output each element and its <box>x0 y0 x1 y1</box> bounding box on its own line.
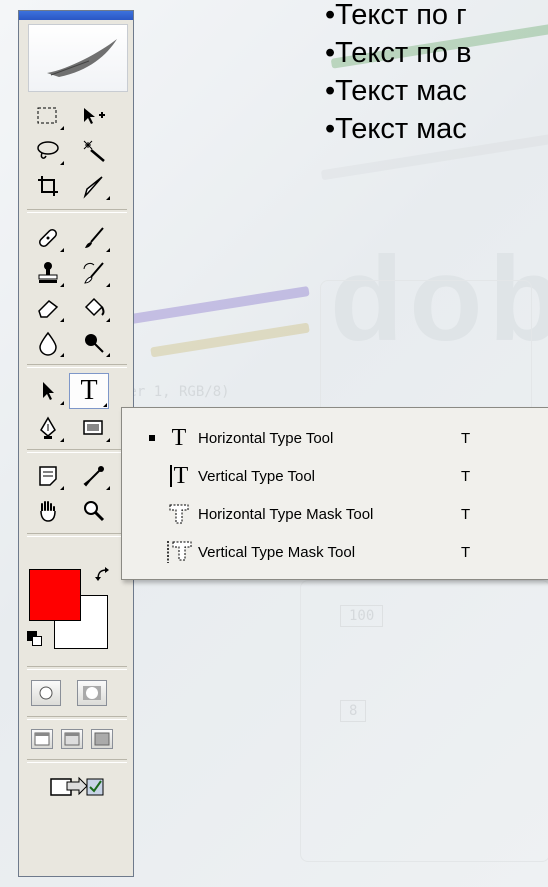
flyout-item-vertical-type-mask[interactable]: Vertical Type Mask Tool T <box>122 533 548 571</box>
toolbar-separator <box>27 449 127 453</box>
note-icon <box>39 466 57 486</box>
flyout-item-horizontal-type-mask[interactable]: Horizontal Type Mask Tool T <box>122 495 548 533</box>
flyout-item-label: Vertical Type Tool <box>198 467 316 485</box>
selected-indicator-icon <box>149 435 155 441</box>
screen-mode-icon <box>94 732 110 746</box>
standard-mode-button[interactable] <box>31 680 61 706</box>
flyout-shortcut: T <box>461 467 471 485</box>
zoom-tool[interactable] <box>77 496 111 526</box>
notes-tool[interactable] <box>31 461 65 491</box>
panel-title-bar[interactable] <box>19 11 133 20</box>
marquee-tool[interactable] <box>31 101 65 131</box>
toolbar-separator <box>27 209 127 213</box>
eyedropper-icon <box>83 466 104 487</box>
flyout-shortcut: T <box>461 543 471 561</box>
crop-tool[interactable] <box>31 171 65 201</box>
paint-bucket-icon <box>84 297 105 317</box>
screen-mode-icon <box>34 732 50 746</box>
default-colors-button[interactable] <box>27 631 42 646</box>
hand-icon <box>40 501 56 522</box>
burn-icon <box>85 334 104 353</box>
magnifier-icon <box>84 501 105 522</box>
flyout-item-label: Vertical Type Mask Tool <box>198 543 356 561</box>
vertical-type-icon: T <box>165 460 193 492</box>
move-tool[interactable] <box>77 101 111 131</box>
water-drop-icon <box>39 331 57 356</box>
screen-mode-icon <box>64 732 80 746</box>
edit-in-imageready-button[interactable] <box>47 771 107 801</box>
pen-tool[interactable] <box>31 413 65 443</box>
eraser-tool[interactable] <box>31 293 65 323</box>
flyout-item-label: Horizontal Type Mask Tool <box>198 505 374 523</box>
swap-colors-icon[interactable] <box>95 567 111 583</box>
history-brush-tool[interactable] <box>77 258 111 288</box>
brush-tool[interactable] <box>77 223 111 253</box>
type-tool-flyout-menu: T Horizontal Type Tool T T Vertical Type… <box>121 407 548 580</box>
flyout-item-vertical-type[interactable]: T Vertical Type Tool T <box>122 457 548 495</box>
tool-panel: T <box>18 10 134 877</box>
brush-icon <box>85 227 104 248</box>
quick-mask-button[interactable] <box>77 680 107 706</box>
magic-wand-tool[interactable] <box>77 136 111 166</box>
toolbar-separator <box>27 759 127 763</box>
flyout-shortcut: T <box>461 429 471 447</box>
path-selection-tool[interactable] <box>31 376 65 406</box>
toolbar-separator <box>27 364 127 368</box>
toolbar-separator <box>27 666 127 670</box>
flyout-shortcut: T <box>461 505 471 523</box>
background-status-text: yer 1, RGB/8) <box>120 384 230 400</box>
vertical-type-mask-icon <box>165 536 193 568</box>
shape-tool[interactable] <box>77 413 111 443</box>
imageready-icon <box>50 776 104 796</box>
lasso-icon <box>37 141 59 159</box>
burn-tool[interactable] <box>77 328 111 358</box>
adobe-feather-logo[interactable] <box>28 24 128 92</box>
flyout-item-label: Horizontal Type Tool <box>198 429 334 447</box>
foreground-color-swatch[interactable] <box>29 569 81 621</box>
type-t-icon: T <box>80 375 98 406</box>
flyout-item-horizontal-type[interactable]: T Horizontal Type Tool T <box>122 419 548 457</box>
paint-bucket-tool[interactable] <box>77 293 111 323</box>
magic-wand-icon <box>83 140 105 162</box>
background-field: 100 <box>340 605 384 627</box>
background-stripe <box>130 285 310 325</box>
crop-icon <box>38 176 58 196</box>
background-panel <box>300 580 548 862</box>
bullet-item: •Текст мас <box>325 113 467 145</box>
slide-bullet-list: •Текст по г •Текст по в •Текст мас •Текс… <box>325 0 472 148</box>
stamp-icon <box>38 262 58 283</box>
bullet-item: •Текст по в <box>325 37 472 69</box>
rectangle-shape-icon <box>83 420 103 435</box>
full-screen-mode-button[interactable] <box>91 729 113 749</box>
type-tool[interactable]: T <box>69 373 109 409</box>
pen-nib-icon <box>40 416 56 439</box>
hand-tool[interactable] <box>31 496 65 526</box>
standard-mode-icon <box>39 686 53 700</box>
bullet-item: •Текст по г <box>325 0 467 31</box>
toolbar-separator <box>27 533 127 537</box>
slice-tool[interactable] <box>77 171 111 201</box>
quick-mask-icon <box>83 686 101 700</box>
background-stripe <box>150 322 310 358</box>
bullet-item: •Текст мас <box>325 75 467 107</box>
horizontal-type-icon: T <box>171 424 187 451</box>
background-field: 8 <box>340 700 367 722</box>
lasso-tool[interactable] <box>31 136 65 166</box>
healing-brush-tool[interactable] <box>31 223 65 253</box>
clone-stamp-tool[interactable] <box>31 258 65 288</box>
full-screen-menu-mode-button[interactable] <box>61 729 83 749</box>
eraser-icon <box>38 300 59 318</box>
arrow-pointer-icon <box>43 382 54 400</box>
toolbar-separator <box>27 716 127 720</box>
feather-icon <box>47 39 117 77</box>
history-brush-icon <box>83 262 104 284</box>
eyedropper-tool[interactable] <box>77 461 111 491</box>
slice-icon <box>83 176 103 199</box>
blur-tool[interactable] <box>31 328 65 358</box>
standard-screen-mode-button[interactable] <box>31 729 53 749</box>
move-icon <box>84 108 105 124</box>
bandage-icon <box>39 229 57 247</box>
marquee-icon <box>37 107 57 124</box>
horizontal-type-mask-icon <box>165 498 193 530</box>
